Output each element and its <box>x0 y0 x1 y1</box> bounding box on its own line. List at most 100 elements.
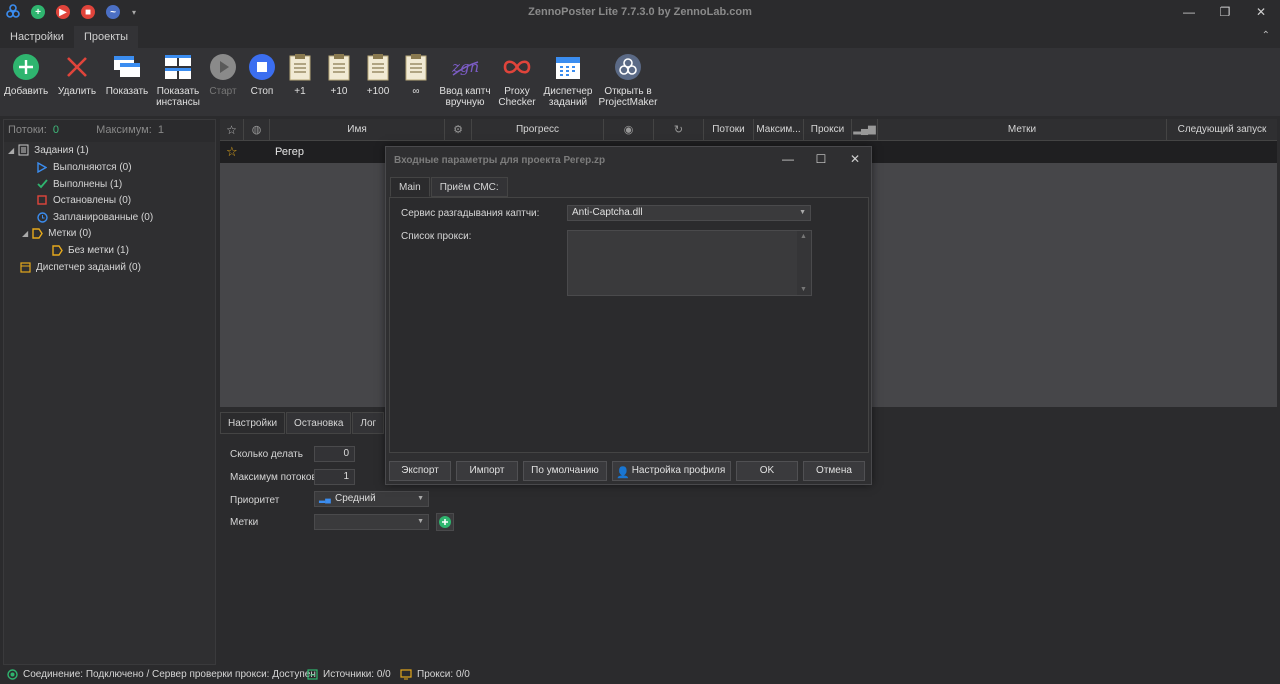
column-name[interactable]: Имя <box>270 119 445 141</box>
captcha-icon: zgn <box>450 52 480 82</box>
gear-icon: ⚙ <box>453 124 463 136</box>
delete-button[interactable]: Удалить <box>56 52 98 97</box>
captcha-service-select[interactable]: Anti-Captcha.dll ▼ <box>567 205 811 221</box>
clipboard-icon <box>401 52 431 82</box>
max-threads-input[interactable]: 1 <box>314 469 355 485</box>
monitor-icon <box>400 669 412 680</box>
connection-status: Соединение: Подключено / Сервер проверки… <box>7 669 316 680</box>
column-next-run[interactable]: Следующий запуск <box>1167 119 1277 141</box>
delete-icon <box>62 52 92 82</box>
column-settings[interactable]: ⚙ <box>445 119 472 141</box>
tags-select[interactable]: ▼ <box>314 514 429 530</box>
count-input[interactable]: 0 <box>314 446 355 462</box>
column-proxy[interactable]: Прокси <box>804 119 852 141</box>
tab-settings[interactable]: Настройки <box>220 412 286 434</box>
start-button[interactable]: Старт <box>206 52 240 97</box>
scrollbar[interactable]: ▲ ▼ <box>797 231 811 295</box>
toolbar: Добавить Удалить Показать Показать инстан… <box>0 48 1280 116</box>
expand-arrow-icon[interactable]: ◢ <box>22 229 28 238</box>
dialog-minimize-icon[interactable]: — <box>776 151 800 167</box>
connection-icon <box>7 669 18 680</box>
ok-button[interactable]: OK <box>736 461 798 481</box>
tree-item-running[interactable]: Выполняются (0) <box>36 161 132 173</box>
close-icon[interactable]: ✕ <box>1244 0 1278 24</box>
play-icon <box>208 52 238 82</box>
tab-projects[interactable]: Проекты <box>73 26 139 48</box>
star-outline-icon: ☆ <box>226 123 237 137</box>
export-button[interactable]: Экспорт <box>389 461 451 481</box>
star-icon[interactable]: ☆ <box>226 144 238 160</box>
plus100-button[interactable]: +100 <box>360 52 396 97</box>
show-button[interactable]: Показать <box>104 52 150 97</box>
add-tag-button[interactable] <box>436 513 454 531</box>
open-projectmaker-button[interactable]: Открыть в ProjectMaker <box>598 52 658 108</box>
collapse-ribbon-icon[interactable]: ⌃ <box>1262 30 1270 41</box>
grid-icon <box>163 52 193 82</box>
dialog-maximize-icon[interactable]: ☐ <box>809 151 833 167</box>
add-icon <box>439 516 451 528</box>
dialog-title: Входные параметры для проекта Регер.zp <box>394 155 606 166</box>
add-button[interactable]: Добавить <box>4 52 48 97</box>
clock-icon <box>36 211 48 223</box>
dialog-close-icon[interactable]: ✕ <box>843 151 867 167</box>
clipboard-icon <box>285 52 315 82</box>
manual-captcha-button[interactable]: zgn Ввод каптч вручную <box>438 52 492 108</box>
status-bar: Соединение: Подключено / Сервер проверки… <box>0 666 1280 684</box>
task-scheduler-button[interactable]: Диспетчер заданий <box>543 52 593 108</box>
scroll-up-icon[interactable]: ▲ <box>800 233 807 240</box>
tab-sms[interactable]: Приём СМС: <box>430 177 508 197</box>
default-button[interactable]: По умолчанию <box>523 461 607 481</box>
square-icon <box>36 194 48 206</box>
globe-icon: ◍ <box>251 124 262 136</box>
scroll-down-icon[interactable]: ▼ <box>800 286 807 293</box>
count-label: Сколько делать <box>230 449 303 460</box>
threads-count: 0 <box>52 124 60 136</box>
tree-item-dispatcher[interactable]: Диспетчер заданий (0) <box>19 261 141 273</box>
cancel-button[interactable]: Отмена <box>803 461 865 481</box>
column-type[interactable]: ◍ <box>244 119 270 141</box>
column-max[interactable]: Максим... <box>754 119 804 141</box>
projectmaker-icon <box>613 52 643 82</box>
column-favorite[interactable]: ☆ <box>220 119 244 141</box>
window-title: ZennoPoster Lite 7.7.3.0 by ZennoLab.com <box>528 6 752 18</box>
clipboard-icon <box>324 52 354 82</box>
tag-icon <box>31 227 43 239</box>
infinity-button[interactable]: ∞ <box>400 52 432 97</box>
proxy-list-textarea[interactable]: ▲ ▼ <box>567 230 812 296</box>
plus1-button[interactable]: +1 <box>284 52 316 97</box>
column-progress[interactable]: Прогресс <box>472 119 604 141</box>
tab-log[interactable]: Лог <box>352 412 385 434</box>
plus10-button[interactable]: +10 <box>322 52 356 97</box>
tree-item-done[interactable]: Выполнены (1) <box>36 178 122 190</box>
threads-summary: Потоки: 0 Максимум: 1 <box>4 120 215 142</box>
column-threads[interactable]: Потоки <box>704 119 754 141</box>
proxies-status: Прокси: 0/0 <box>400 669 470 680</box>
stop-button[interactable]: Стоп <box>246 52 278 97</box>
sources-status: Источники: 0/0 <box>307 669 391 680</box>
priority-select[interactable]: ▂▄ Средний ▼ <box>314 491 429 507</box>
import-button[interactable]: Импорт <box>456 461 518 481</box>
profile-settings-button[interactable]: 👤 Настройка профиля <box>612 461 731 481</box>
column-status[interactable]: ◉ <box>604 119 654 141</box>
calendar-icon <box>553 52 583 82</box>
proxy-checker-button[interactable]: Proxy Checker <box>496 52 538 108</box>
tree-item-no-tag[interactable]: Без метки (1) <box>51 244 129 256</box>
column-tags[interactable]: Метки <box>878 119 1167 141</box>
restore-icon[interactable]: ❐ <box>1208 0 1242 24</box>
expand-arrow-icon[interactable]: ◢ <box>8 146 14 155</box>
chevron-down-icon: ▼ <box>799 209 806 216</box>
tree-item-tasks[interactable]: ◢ Задания (1) <box>8 144 89 156</box>
refresh-icon: ↻ <box>673 124 684 136</box>
minimize-icon[interactable]: — <box>1172 0 1206 24</box>
column-priority[interactable]: ▂▄▆ <box>852 119 878 141</box>
tags-label: Метки <box>230 517 259 528</box>
tab-stop[interactable]: Остановка <box>286 412 352 434</box>
show-instances-button[interactable]: Показать инстансы <box>154 52 202 108</box>
tab-main[interactable]: Main <box>390 177 430 197</box>
column-repeat[interactable]: ↻ <box>654 119 704 141</box>
tree-item-tags[interactable]: ◢ Метки (0) <box>22 227 91 239</box>
tree-item-scheduled[interactable]: Запланированные (0) <box>36 211 153 223</box>
tree-item-stopped[interactable]: Остановлены (0) <box>36 194 131 206</box>
tab-settings[interactable]: Настройки <box>0 26 74 48</box>
add-icon <box>11 52 41 82</box>
